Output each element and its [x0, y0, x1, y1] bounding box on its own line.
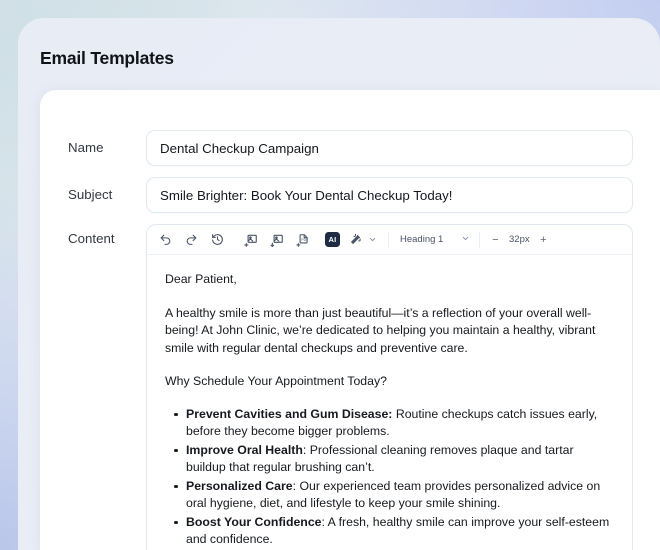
subject-label: Subject [68, 187, 113, 202]
doc-question: Why Schedule Your Appointment Today? [165, 374, 387, 388]
list-item-term: Boost Your Confidence [186, 514, 322, 529]
heading-style-value: Heading 1 [400, 234, 444, 245]
editor-toolbar: PDF AI Heading 1 − 32px + [147, 225, 632, 255]
redo-icon[interactable] [181, 229, 202, 250]
font-size-value[interactable]: 32px [508, 234, 530, 245]
template-form: Name Dental Checkup Campaign Subject Smi… [40, 90, 660, 550]
list-item: Improve Oral Health: Professional cleani… [165, 442, 614, 477]
insert-image-icon[interactable] [240, 229, 261, 250]
download-image-icon[interactable] [266, 229, 287, 250]
chevron-down-icon [461, 234, 470, 246]
font-size-increase-button[interactable]: + [537, 233, 549, 247]
list-item-term: Improve Oral Health [186, 442, 303, 457]
list-item: Boost Your Confidence: A fresh, healthy … [165, 514, 614, 549]
toolbar-divider [479, 231, 481, 248]
rich-text-editor: PDF AI Heading 1 − 32px + Dear Patient, … [146, 224, 633, 550]
content-label: Content [68, 231, 115, 246]
email-templates-panel: Email Templates Name Dental Checkup Camp… [18, 18, 660, 550]
subject-input[interactable]: Smile Brighter: Book Your Dental Checkup… [146, 177, 633, 213]
page-title: Email Templates [40, 48, 174, 68]
name-input[interactable]: Dental Checkup Campaign [146, 130, 633, 166]
list-item: Personalized Care: Our experienced team … [165, 478, 614, 513]
doc-greeting: Dear Patient, [165, 272, 237, 286]
template-form-card: Name Dental Checkup Campaign Subject Smi… [40, 90, 660, 550]
magic-wand-icon[interactable] [345, 229, 366, 250]
form-row-content: Content PDF AI Heading 1 − 32px + Dear P… [40, 224, 660, 550]
list-item-term: Personalized Care [186, 478, 293, 493]
doc-intro: A healthy smile is more than just beauti… [165, 305, 596, 355]
font-size-stepper: − 32px + [489, 233, 549, 247]
form-row-subject: Subject Smile Brighter: Book Your Dental… [40, 177, 660, 213]
toolbar-divider [388, 231, 389, 248]
list-item: Prevent Cavities and Gum Disease: Routin… [165, 406, 614, 441]
name-label: Name [68, 140, 104, 155]
heading-style-select[interactable]: Heading 1 [398, 234, 470, 246]
list-item-term: Prevent Cavities and Gum Disease: [186, 406, 393, 421]
history-clock-icon[interactable] [207, 229, 228, 250]
ai-badge[interactable]: AI [325, 232, 340, 247]
ai-options-chevron-down-icon[interactable] [366, 231, 379, 249]
subject-input-value: Smile Brighter: Book Your Dental Checkup… [160, 187, 453, 203]
doc-benefits-list: Prevent Cavities and Gum Disease: Routin… [165, 406, 614, 549]
font-size-decrease-button[interactable]: − [489, 233, 501, 247]
insert-pdf-icon[interactable]: PDF [292, 229, 313, 250]
undo-icon[interactable] [155, 229, 176, 250]
form-row-name: Name Dental Checkup Campaign [40, 130, 660, 166]
svg-text:PDF: PDF [301, 238, 308, 242]
editor-content-area[interactable]: Dear Patient, A healthy smile is more th… [147, 255, 632, 550]
name-input-value: Dental Checkup Campaign [160, 140, 319, 156]
